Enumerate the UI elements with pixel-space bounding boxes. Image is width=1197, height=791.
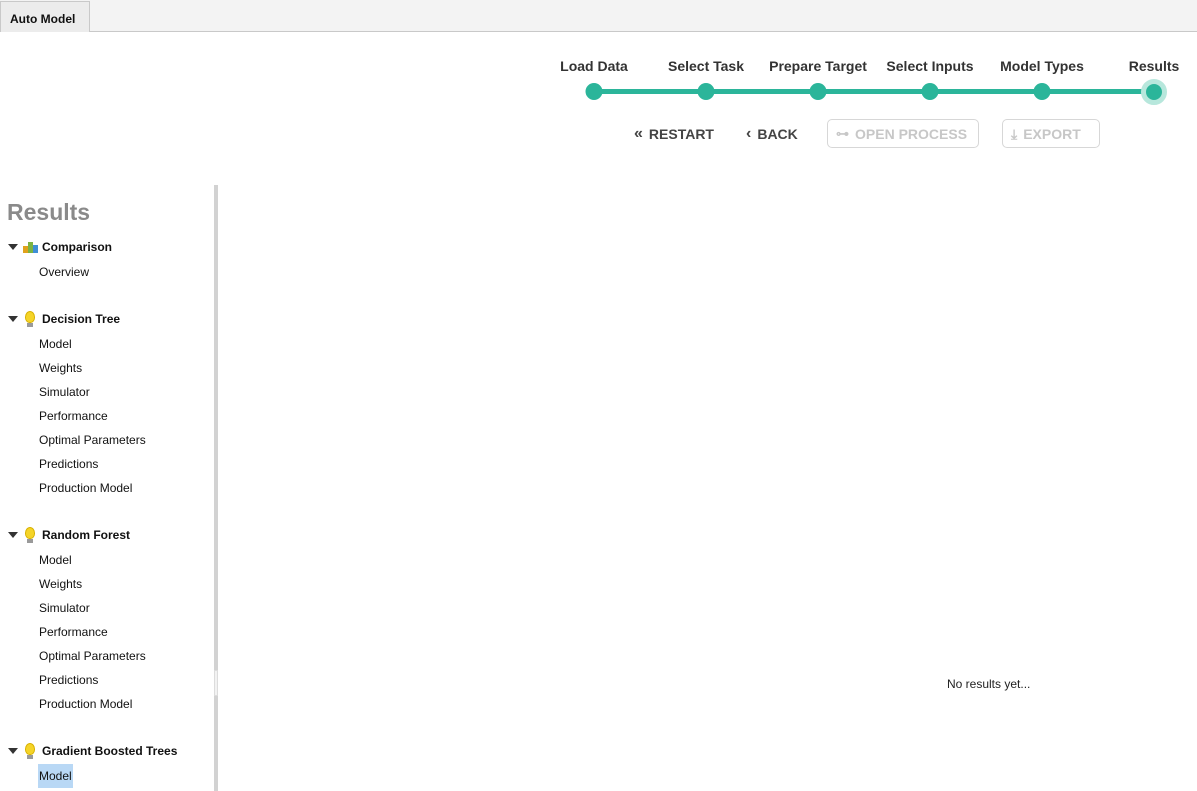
open-process-button[interactable]: ⊶ OPEN PROCESS bbox=[827, 119, 979, 148]
decision-tree-item-model[interactable]: Model bbox=[39, 335, 72, 353]
expand-triangle-icon[interactable] bbox=[8, 244, 18, 250]
decision-tree-item-optimal-parameters[interactable]: Optimal Parameters bbox=[39, 431, 146, 449]
random-forest-item-optimal-parameters[interactable]: Optimal Parameters bbox=[39, 647, 146, 665]
random-forest-item-predictions[interactable]: Predictions bbox=[39, 671, 98, 689]
decision-tree-item-performance[interactable]: Performance bbox=[39, 407, 108, 425]
random-forest-item-weights[interactable]: Weights bbox=[39, 575, 82, 593]
sidebar-title: Results bbox=[7, 199, 91, 225]
expand-triangle-icon[interactable] bbox=[8, 532, 18, 538]
step-dot-results[interactable] bbox=[1141, 79, 1167, 105]
gradient-boosted-trees-item-model[interactable]: Model bbox=[38, 764, 73, 788]
download-icon: ⤓ bbox=[1011, 125, 1018, 142]
step-dot-model-types[interactable] bbox=[1033, 83, 1051, 100]
comparison-item-overview[interactable]: Overview bbox=[39, 263, 89, 281]
no-results-message: No results yet... bbox=[947, 677, 1031, 691]
step-dot-prepare-target[interactable] bbox=[809, 83, 827, 100]
wizard-stepper: Load Data Select Task Prepare Target Sel… bbox=[0, 0, 1197, 160]
lightbulb-icon bbox=[22, 311, 38, 327]
step-dot-select-inputs[interactable] bbox=[921, 83, 939, 100]
step-prepare-target[interactable]: Prepare Target bbox=[769, 58, 867, 74]
decision-tree-item-production-model[interactable]: Production Model bbox=[39, 479, 132, 497]
step-load-data[interactable]: Load Data bbox=[560, 58, 628, 74]
random-forest-item-model[interactable]: Model bbox=[39, 551, 72, 569]
step-select-task[interactable]: Select Task bbox=[668, 58, 744, 74]
decision-tree-item-predictions[interactable]: Predictions bbox=[39, 455, 98, 473]
step-select-inputs[interactable]: Select Inputs bbox=[886, 58, 973, 74]
expand-triangle-icon[interactable] bbox=[8, 748, 18, 754]
process-icon: ⊶ bbox=[836, 125, 849, 141]
stepper-track bbox=[594, 89, 1154, 94]
step-dot-select-task[interactable] bbox=[697, 83, 715, 100]
lightbulb-icon bbox=[22, 743, 38, 759]
group-decision-tree[interactable]: Decision Tree bbox=[8, 310, 120, 328]
random-forest-item-simulator[interactable]: Simulator bbox=[39, 599, 90, 617]
step-results[interactable]: Results bbox=[1129, 58, 1180, 74]
sidebar-splitter[interactable] bbox=[214, 185, 218, 791]
lightbulb-icon bbox=[22, 527, 38, 543]
expand-triangle-icon[interactable] bbox=[8, 316, 18, 322]
group-random-forest[interactable]: Random Forest bbox=[8, 526, 130, 544]
export-button[interactable]: ⤓ EXPORT bbox=[1002, 119, 1100, 148]
comparison-chart-icon bbox=[22, 239, 38, 255]
step-model-types[interactable]: Model Types bbox=[1000, 58, 1084, 74]
restart-button[interactable]: « RESTART bbox=[634, 119, 714, 148]
group-comparison[interactable]: Comparison bbox=[8, 238, 112, 256]
chevron-left-icon: ‹ bbox=[746, 124, 752, 142]
random-forest-item-performance[interactable]: Performance bbox=[39, 623, 108, 641]
decision-tree-item-weights[interactable]: Weights bbox=[39, 359, 82, 377]
back-button[interactable]: ‹ BACK bbox=[746, 119, 798, 148]
decision-tree-item-simulator[interactable]: Simulator bbox=[39, 383, 90, 401]
group-gradient-boosted-trees[interactable]: Gradient Boosted Trees bbox=[8, 742, 177, 760]
random-forest-item-production-model[interactable]: Production Model bbox=[39, 695, 132, 713]
step-dot-load-data[interactable] bbox=[585, 83, 603, 100]
splitter-grip[interactable] bbox=[214, 670, 218, 696]
double-chevron-left-icon: « bbox=[634, 124, 643, 142]
